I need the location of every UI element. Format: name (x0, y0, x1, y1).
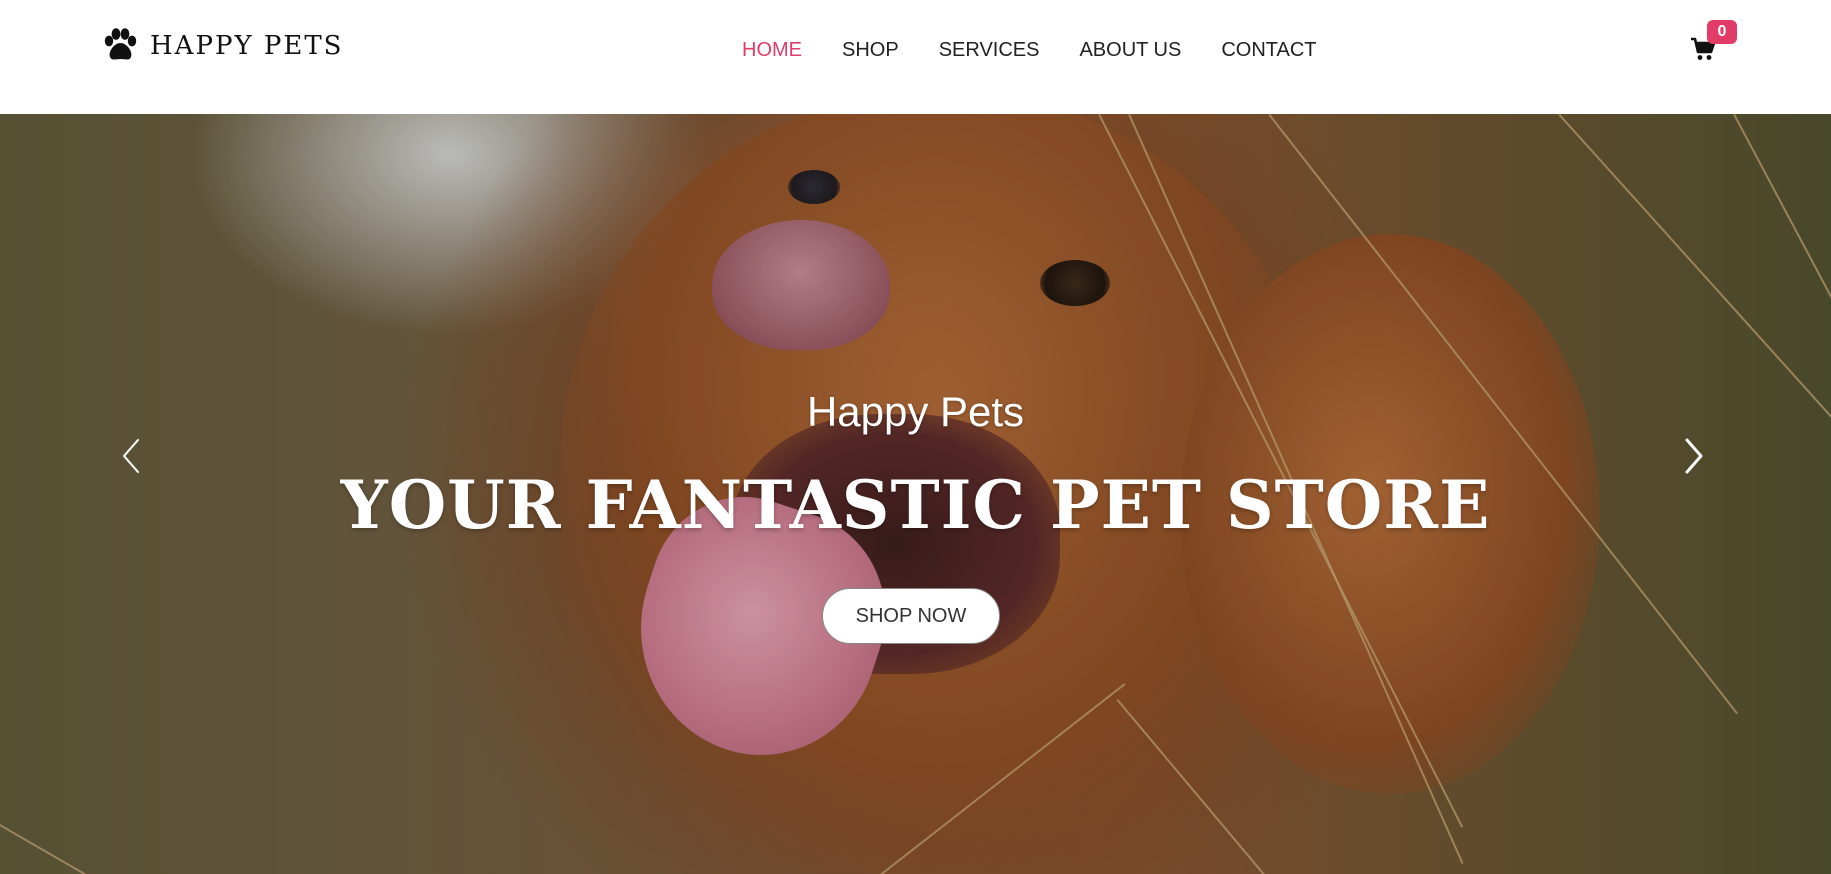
nav-services[interactable]: SERVICES (939, 39, 1040, 62)
nav-about-us[interactable]: ABOUT US (1079, 39, 1181, 62)
nav-shop[interactable]: SHOP (842, 39, 899, 62)
logo[interactable]: HAPPY PETS (100, 24, 344, 68)
hero-slider: Happy Pets YOUR FANTASTIC PET STORE SHOP… (0, 114, 1831, 874)
site-header: HAPPY PETS HOME SHOP SERVICES ABOUT US C… (0, 0, 1831, 114)
hero-subtitle: Happy Pets (806, 388, 1025, 435)
shop-now-button[interactable]: SHOP NOW (822, 588, 1000, 644)
hero-title: YOUR FANTASTIC PET STORE (340, 466, 1491, 544)
cart-count-badge: 0 (1707, 20, 1737, 44)
main-nav: HOME SHOP SERVICES ABOUT US CONTACT (742, 36, 1317, 64)
paw-icon (100, 26, 140, 66)
logo-text: HAPPY PETS (150, 31, 344, 61)
nav-contact[interactable]: CONTACT (1221, 39, 1316, 62)
nav-home[interactable]: HOME (742, 39, 802, 62)
